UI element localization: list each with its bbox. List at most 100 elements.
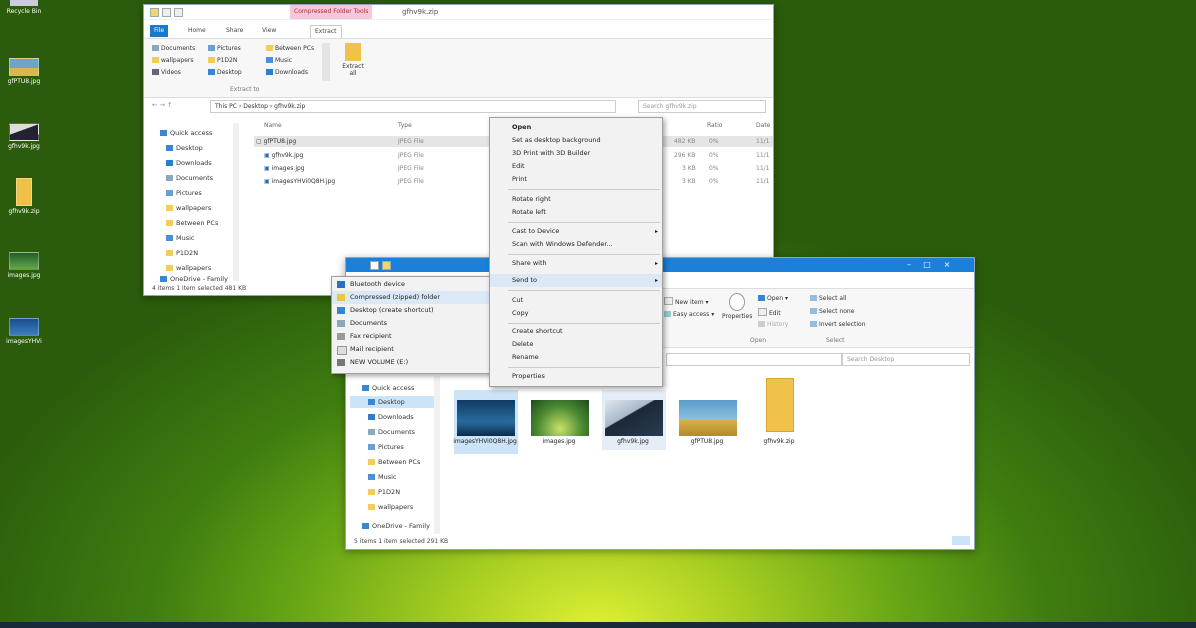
table-row[interactable]: ▣ gfhv9k.jpg [264,152,303,159]
view-toggle-icon[interactable] [952,536,970,545]
new-item-button[interactable]: New item ▾ [664,297,708,306]
table-row[interactable]: ▣ imagesYHVi0Q8H.jpg [264,178,335,185]
menu-item-cut[interactable]: Cut [490,294,662,307]
properties-icon[interactable] [162,8,171,17]
breadcrumb-this-pc[interactable]: This PC [215,103,237,110]
tab-view[interactable]: View [258,25,280,37]
extract-all-button[interactable]: Extract all [342,43,364,77]
nav-item[interactable]: Music [166,234,195,242]
menu-item-new-volume[interactable]: NEW VOLUME (E:) [332,356,491,369]
column-header-name[interactable]: Name [264,122,282,129]
tab-home[interactable]: Home [184,25,210,37]
address-bar[interactable] [666,353,842,366]
menu-item-edit[interactable]: Edit [490,160,662,173]
column-header-type[interactable]: Type [398,122,412,129]
menu-item-delete[interactable]: Delete [490,338,662,351]
menu-item-create-shortcut[interactable]: Create shortcut [490,325,662,338]
column-header-date[interactable]: Date [756,122,770,129]
desktop-icon-imagesyhvi[interactable]: imagesYHVi [2,318,46,345]
table-row[interactable]: ▣ images.jpg [264,165,305,172]
tab-share[interactable]: Share [222,25,247,37]
nav-item[interactable]: Desktop [368,398,405,406]
desktop-icon-recycle-bin[interactable]: Recycle Bin [2,0,46,15]
column-header-ratio[interactable]: Ratio [707,122,722,129]
tab-extract[interactable]: Extract [310,25,342,38]
search-input[interactable]: Search Desktop [842,353,970,366]
nav-item[interactable]: Pictures [368,443,404,451]
invert-selection-button[interactable]: Invert selection [810,321,866,328]
nav-scrollbar[interactable] [233,123,239,281]
nav-item[interactable]: Quick access [362,384,414,392]
menu-item-cast[interactable]: Cast to Device ▸ [490,225,662,238]
menu-item-open[interactable]: Open [490,121,662,134]
minimize-button[interactable]: – [902,260,916,270]
extract-to-wallpapers[interactable]: wallpapers [152,57,194,64]
thumbnail-image[interactable] [457,400,515,436]
extract-to-music[interactable]: Music [266,57,292,64]
menu-item-3d-print[interactable]: 3D Print with 3D Builder [490,147,662,160]
address-bar[interactable]: This PC › Desktop › gfhv9k.zip [210,100,616,113]
menu-item-send-to[interactable]: Send to ▸ [490,274,662,287]
maximize-button[interactable]: □ [920,260,934,270]
desktop-icon-images[interactable]: images.jpg [2,252,46,279]
menu-item-rotate-left[interactable]: Rotate left [490,206,662,219]
zip-folder-icon[interactable] [766,378,794,432]
tab-file[interactable]: File [150,25,169,37]
nav-item[interactable]: wallpapers [166,264,211,272]
select-none-button[interactable]: Select none [810,308,854,315]
nav-item[interactable]: P1D2N [166,249,198,257]
breadcrumb-desktop[interactable]: Desktop [243,103,268,110]
menu-item-rotate-right[interactable]: Rotate right [490,193,662,206]
thumbnail-image[interactable] [679,400,737,436]
new-folder-icon[interactable] [382,261,391,270]
menu-item-copy[interactable]: Copy [490,307,662,320]
menu-item-bluetooth[interactable]: Bluetooth device [332,278,491,291]
menu-item-mail[interactable]: Mail recipient [332,343,491,356]
menu-item-fax[interactable]: Fax recipient [332,330,491,343]
nav-scrollbar[interactable] [434,376,440,534]
nav-item[interactable]: Downloads [368,413,414,421]
desktop-icon-gfhv9k-jpg[interactable]: gfhv9k.jpg [2,123,46,150]
nav-item[interactable]: Pictures [166,189,202,197]
breadcrumb-zip[interactable]: gfhv9k.zip [274,103,305,110]
extract-to-between-pcs[interactable]: Between PCs [266,45,314,52]
easy-access-button[interactable]: Easy access ▾ [664,311,714,318]
menu-item-scan[interactable]: Scan with Windows Defender... [490,238,662,251]
nav-item[interactable]: wallpapers [368,503,413,511]
menu-item-compressed-folder[interactable]: Compressed (zipped) folder [332,291,491,304]
nav-item[interactable]: Desktop [166,144,203,152]
extract-to-pictures[interactable]: Pictures [208,45,241,52]
thumbnail-image[interactable] [605,400,663,436]
edit-button[interactable]: Edit [758,308,781,317]
close-button[interactable]: × [940,260,954,270]
nav-item[interactable]: OneDrive - Family [160,275,228,283]
nav-item[interactable]: Documents [368,428,415,436]
nav-item[interactable]: Between PCs [368,458,420,466]
thumbnail-image[interactable] [531,400,589,436]
nav-item[interactable]: wallpapers [166,204,211,212]
desktop-icon-gfptu8[interactable]: gfPTU8.jpg [2,58,46,85]
history-button[interactable]: History [758,321,788,328]
open-button[interactable]: Open ▾ [758,295,788,302]
desktop-icon-gfhv9k-zip[interactable]: gfhv9k.zip [2,178,46,215]
extract-to-documents[interactable]: Documents [152,45,195,52]
nav-item[interactable]: P1D2N [368,488,400,496]
table-row[interactable]: ▢ gfPTU8.jpg [256,138,296,145]
menu-item-set-background[interactable]: Set as desktop background [490,134,662,147]
nav-item[interactable]: Between PCs [166,219,218,227]
menu-item-documents[interactable]: Documents [332,317,491,330]
new-folder-icon[interactable] [174,8,183,17]
menu-item-print[interactable]: Print [490,173,662,186]
search-input[interactable]: Search gfhv9k.zip [638,100,766,113]
extract-to-desktop[interactable]: Desktop [208,69,242,76]
menu-item-desktop-shortcut[interactable]: Desktop (create shortcut) [332,304,491,317]
extract-to-videos[interactable]: Videos [152,69,181,76]
ribbon-scroll[interactable] [322,43,330,81]
menu-item-share-with[interactable]: Share with ▸ [490,257,662,270]
nav-item[interactable]: OneDrive - Family [362,522,430,530]
nav-item[interactable]: Music [368,473,397,481]
menu-item-properties[interactable]: Properties [490,370,662,383]
extract-to-p1d2n[interactable]: P1D2N [208,57,237,64]
extract-to-downloads[interactable]: Downloads [266,69,308,76]
select-all-button[interactable]: Select all [810,295,846,302]
